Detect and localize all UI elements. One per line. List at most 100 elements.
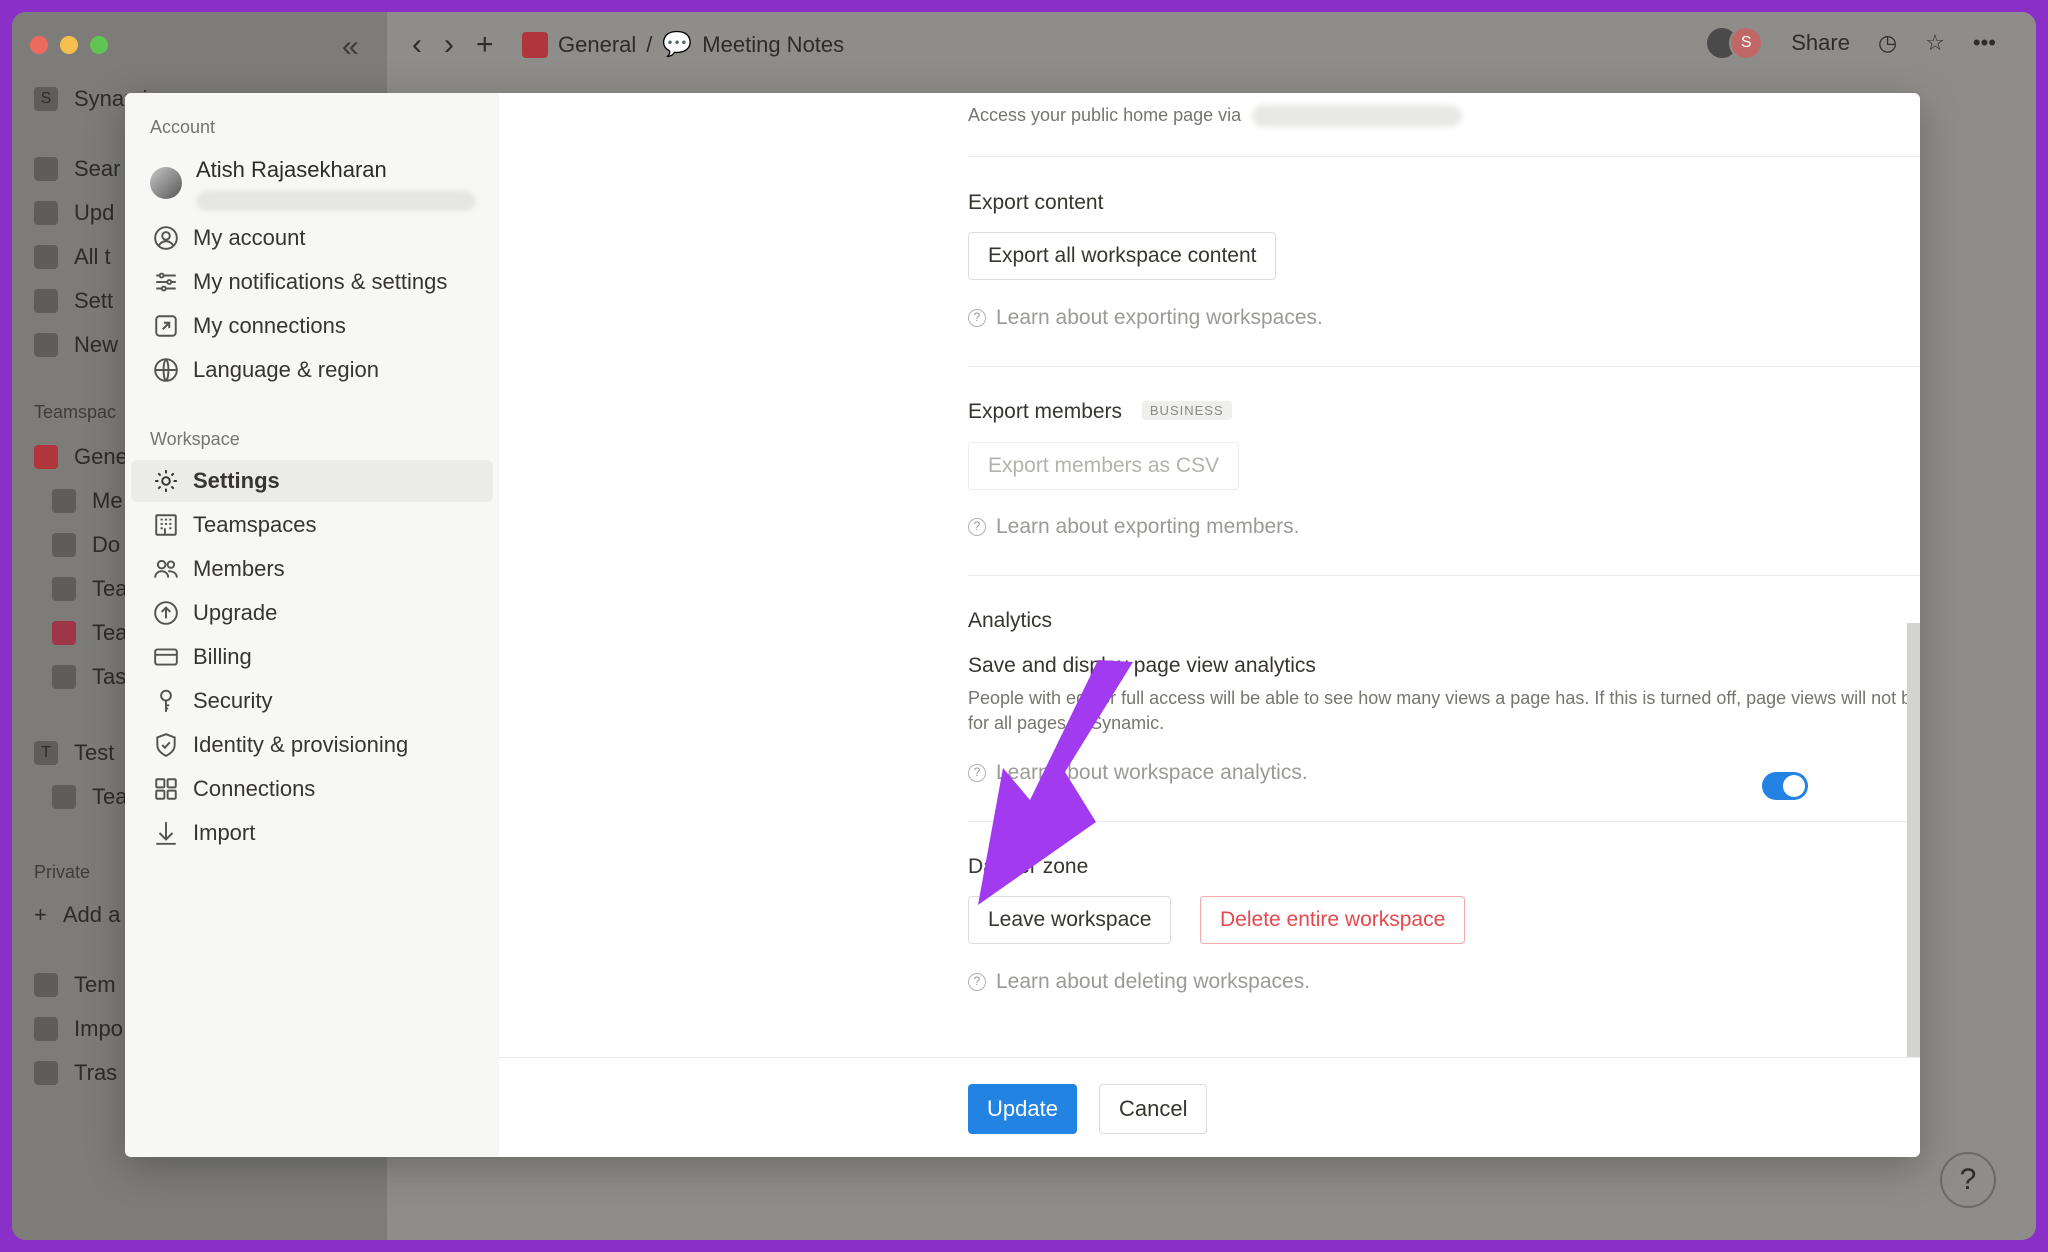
close-window-button[interactable] [30, 36, 48, 54]
check-icon [52, 665, 76, 689]
danger-zone-title: Danger zone [968, 855, 1089, 878]
bg-sidebar-item[interactable]: New [34, 332, 118, 358]
backpack-icon [52, 621, 76, 645]
delete-workspace-button[interactable]: Delete entire workspace [1200, 896, 1466, 944]
sidebar-item-settings[interactable]: Settings [131, 460, 493, 502]
export-members-button[interactable]: Export members as CSV [968, 442, 1240, 490]
collaborator-avatars[interactable]: S [1705, 26, 1764, 60]
export-members-title: Export members BUSINESS [968, 400, 1232, 424]
sidebar-item-connections-personal[interactable]: My connections [131, 305, 493, 347]
home-icon [522, 31, 548, 58]
sidebar-item-import[interactable]: Import [131, 812, 493, 854]
bg-add-page[interactable]: + Add a [34, 902, 120, 928]
analytics-title: Analytics [968, 609, 1053, 632]
background-topbar: « ‹ › + General / 💬 Meeting Notes S Shar… [12, 12, 2036, 80]
bg-import[interactable]: Impo [34, 1016, 123, 1042]
bg-sidebar-item[interactable]: All t [34, 244, 111, 270]
sidebar-item-language[interactable]: Language & region [131, 349, 493, 391]
maximize-window-button[interactable] [90, 36, 108, 54]
user-profile: Atish Rajasekharan [150, 157, 476, 211]
export-all-button[interactable]: Export all workspace content [968, 232, 1277, 280]
avatar [150, 167, 182, 199]
bg-page-item[interactable]: T Test [34, 740, 114, 766]
download-arrow-icon [153, 820, 179, 846]
divider [968, 366, 1920, 367]
search-icon [34, 157, 58, 181]
add-page-icon[interactable]: + [476, 28, 494, 62]
house-icon [52, 577, 76, 601]
scrollbar[interactable] [1907, 623, 1920, 1057]
external-link-icon [153, 313, 179, 339]
business-badge: BUSINESS [1141, 401, 1232, 420]
clock-icon [34, 201, 58, 225]
shield-check-icon [153, 732, 179, 758]
bg-sidebar-item[interactable]: Sear [34, 156, 120, 182]
sidebar-item-security[interactable]: Security [131, 680, 493, 722]
more-options-icon[interactable]: ••• [1973, 30, 1996, 56]
delete-learn-link[interactable]: ? Learn about deleting workspaces. [968, 970, 1310, 994]
sidebar-item-upgrade[interactable]: Upgrade [131, 592, 493, 634]
sidebar-item-billing[interactable]: Billing [131, 636, 493, 678]
arrow-up-circle-icon [153, 600, 179, 626]
minimize-window-button[interactable] [60, 36, 78, 54]
sliders-icon [153, 269, 179, 295]
avatar: S [1729, 26, 1764, 60]
analytics-toggle[interactable] [1762, 772, 1808, 800]
bg-page-item[interactable]: Me [52, 488, 123, 514]
export-content-title: Export content [968, 191, 1104, 214]
grid-icon [153, 776, 179, 802]
sidebar-item-teamspaces[interactable]: Teamspaces [131, 504, 493, 546]
export-learn-link[interactable]: ? Learn about exporting workspaces. [968, 306, 1323, 330]
settings-sidebar: Account Atish Rajasekharan My account My… [125, 93, 499, 1157]
help-button[interactable]: ? [1940, 1152, 1996, 1208]
bg-page-item[interactable]: Tea [52, 620, 127, 646]
favorite-star-icon[interactable]: ☆ [1925, 30, 1945, 56]
analytics-description: People with edit or full access will be … [968, 688, 1920, 733]
breadcrumb-meeting-notes[interactable]: Meeting Notes [702, 32, 844, 58]
update-button[interactable]: Update [968, 1084, 1077, 1134]
breadcrumb-general[interactable]: General [558, 32, 636, 58]
download-icon [34, 1017, 58, 1041]
members-learn-link[interactable]: ? Learn about exporting members. [968, 515, 1300, 539]
share-button[interactable]: Share [1791, 30, 1850, 56]
bg-page-item[interactable]: Tea [52, 576, 127, 602]
sidebar-item-notifications[interactable]: My notifications & settings [131, 261, 493, 303]
globe-icon [153, 357, 179, 383]
divider [968, 821, 1920, 822]
bg-section-label: Private [34, 862, 91, 882]
trash-icon [34, 1061, 58, 1085]
breadcrumb-separator: / [646, 31, 653, 57]
bg-page-item[interactable]: Tea [52, 784, 127, 810]
paperclip-icon [52, 533, 76, 557]
bg-page-item[interactable]: Gene [34, 444, 128, 470]
user-email-redacted [196, 191, 476, 211]
public-url-redacted[interactable] [1252, 105, 1463, 128]
forward-arrow-icon[interactable]: › [444, 28, 454, 62]
bg-sidebar-item[interactable]: Upd [34, 200, 114, 226]
bg-page-item[interactable]: Tas [52, 664, 126, 690]
bg-trash[interactable]: Tras [34, 1060, 117, 1086]
bg-sidebar-item[interactable]: Sett [34, 288, 113, 314]
sidebar-item-connections[interactable]: Connections [131, 768, 493, 810]
divider [968, 575, 1920, 576]
history-clock-icon[interactable]: ◷ [1878, 30, 1897, 56]
sidebar-item-identity[interactable]: Identity & provisioning [131, 724, 493, 766]
help-circle-icon: ? [968, 973, 986, 991]
compass-icon [52, 785, 76, 809]
help-circle-icon: ? [968, 764, 986, 782]
leave-workspace-button[interactable]: Leave workspace [968, 896, 1172, 944]
settings-modal: Account Atish Rajasekharan My account My… [125, 93, 1920, 1157]
analytics-learn-link[interactable]: ? Learn about workspace analytics. [968, 761, 1308, 785]
collapse-sidebar-icon[interactable]: « [342, 30, 359, 64]
breadcrumb: General / 💬 Meeting Notes [522, 30, 844, 59]
analytics-setting-label: Save and display page view analytics [968, 654, 1316, 677]
cancel-button[interactable]: Cancel [1099, 1084, 1208, 1134]
public-home-text: Access your public home page via [968, 105, 1463, 128]
bg-page-item[interactable]: Do [52, 532, 120, 558]
sidebar-item-members[interactable]: Members [131, 548, 493, 590]
back-arrow-icon[interactable]: ‹ [412, 28, 422, 62]
sidebar-item-my-account[interactable]: My account [131, 217, 493, 259]
bg-templates[interactable]: Tem [34, 972, 116, 998]
grid-icon [34, 245, 58, 269]
toggle-knob [1783, 775, 1805, 797]
